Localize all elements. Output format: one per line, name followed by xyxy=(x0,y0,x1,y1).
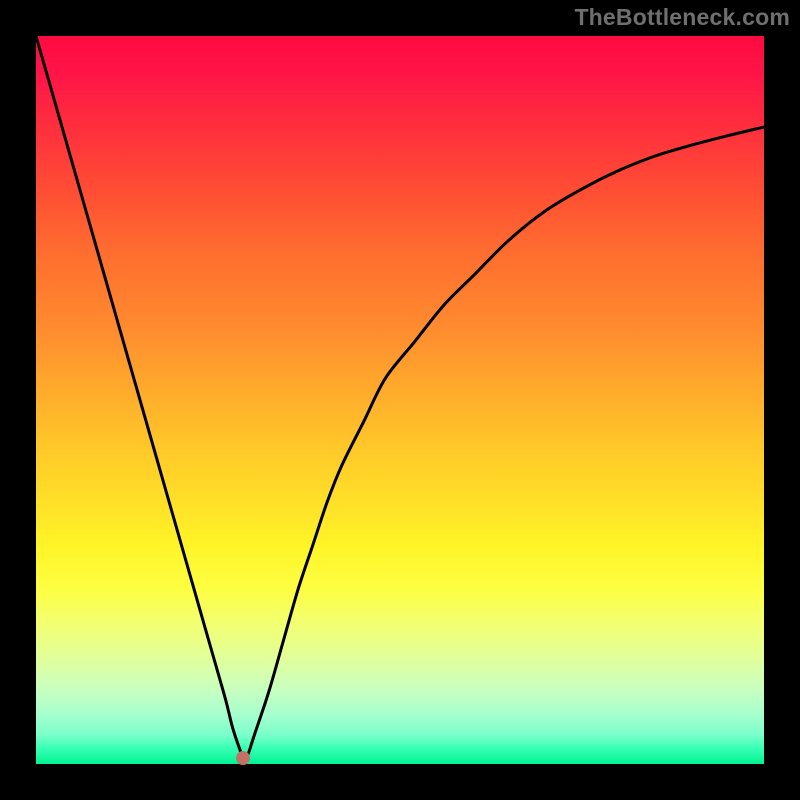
bottleneck-curve xyxy=(36,36,764,759)
watermark-text: TheBottleneck.com xyxy=(574,6,790,29)
plot-area xyxy=(36,36,764,764)
minimum-marker xyxy=(236,751,250,765)
curve-svg xyxy=(36,36,764,764)
chart-stage: TheBottleneck.com xyxy=(0,0,800,800)
